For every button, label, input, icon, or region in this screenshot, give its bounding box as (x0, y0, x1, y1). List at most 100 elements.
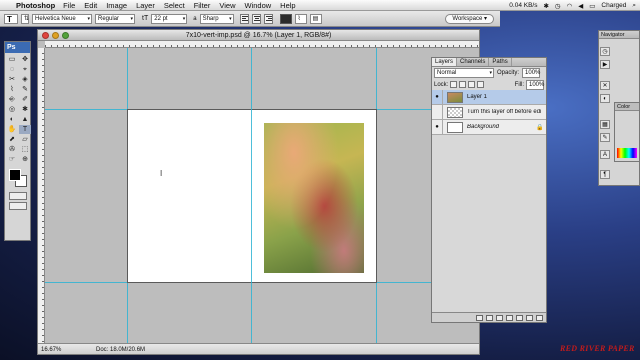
layer-row[interactable]: ● Layer 1 (432, 90, 546, 105)
character-panel-icon[interactable]: ▤ (309, 13, 322, 24)
font-family-select[interactable]: Helvetica Neue ▾ (32, 13, 92, 24)
magic-wand-tool-icon[interactable]: ⌖ (19, 65, 31, 74)
zoom-tool-icon[interactable]: ⊕ (19, 155, 31, 164)
trash-icon[interactable] (536, 314, 543, 321)
vertical-ruler[interactable] (38, 48, 45, 343)
tools-panel-icon[interactable]: ✕ (600, 81, 610, 90)
layer-name[interactable]: Layer 1 (467, 94, 546, 100)
layer-row[interactable]: ● Background 🔒 (432, 120, 546, 135)
quick-mask-button[interactable] (8, 192, 27, 200)
3d-orbit-tool-icon[interactable]: ⬚ (19, 145, 31, 154)
color-ramp[interactable] (617, 148, 637, 158)
new-group-icon[interactable] (516, 314, 523, 321)
antialias-select[interactable]: Sharp ▾ (199, 13, 234, 24)
layer-style-icon[interactable] (486, 314, 493, 321)
navigator-tab[interactable]: Navigator (599, 31, 639, 39)
screen-mode-button[interactable] (8, 202, 27, 210)
type-tool-icon[interactable]: T (19, 125, 31, 134)
close-window-button[interactable] (42, 32, 49, 39)
app-menu[interactable]: Photoshop (16, 1, 55, 10)
brushes-panel-icon[interactable]: ✎ (600, 133, 610, 142)
adjustment-layer-icon[interactable] (506, 314, 513, 321)
blur-tool-icon[interactable]: ▲ (19, 115, 31, 124)
paragraph-panel-icon[interactable]: ¶ (600, 170, 610, 179)
battery-status[interactable]: Charged (601, 2, 626, 9)
zoom-window-button[interactable] (62, 32, 69, 39)
lock-pixels-button[interactable] (459, 81, 467, 88)
menu-filter[interactable]: Filter (194, 1, 211, 10)
lasso-tool-icon[interactable]: ◌ (6, 65, 18, 74)
iris-photo[interactable] (264, 123, 364, 273)
battery-icon[interactable]: ▭ (589, 2, 595, 10)
orientation-toggle-icon[interactable]: ⇅ (21, 13, 29, 24)
zoom-level[interactable]: 16.67% (41, 345, 61, 355)
lock-all-button[interactable] (477, 81, 485, 88)
path-selection-tool-icon[interactable]: ⬈ (6, 135, 18, 144)
layer-name[interactable]: Turn this layer off before edi (467, 109, 546, 115)
tool-preset-picker[interactable]: T (4, 13, 18, 24)
adjustments-panel-icon[interactable]: ◐ (600, 94, 610, 103)
marquee-tool-icon[interactable]: ▭ (6, 55, 18, 64)
actions-panel-icon[interactable]: ▶ (600, 60, 610, 69)
link-layers-icon[interactable] (476, 314, 483, 321)
foreground-color-swatch[interactable] (9, 169, 21, 181)
hand-tool-icon[interactable]: ☞ (6, 155, 18, 164)
styles-panel-icon[interactable]: ▦ (600, 120, 610, 129)
tab-layers[interactable]: Layers (432, 58, 458, 66)
layer-row[interactable]: Turn this layer off before edi (432, 105, 546, 120)
crop-tool-icon[interactable]: ✂ (6, 75, 18, 84)
spotlight-icon[interactable]: ⌕ (632, 2, 636, 10)
minimize-window-button[interactable] (52, 32, 59, 39)
menu-window[interactable]: Window (244, 1, 271, 10)
tab-paths[interactable]: Paths (489, 58, 512, 66)
align-right-button[interactable] (263, 13, 273, 24)
menu-view[interactable]: View (219, 1, 235, 10)
menu-edit[interactable]: Edit (84, 1, 97, 10)
eraser-tool-icon[interactable]: ◎ (6, 105, 18, 114)
time-machine-icon[interactable]: ◷ (555, 2, 561, 10)
volume-icon[interactable]: ◀ (578, 2, 583, 10)
blend-mode-select[interactable]: Normal ▾ (434, 68, 494, 78)
brush-tool-icon[interactable]: ✎ (19, 85, 31, 94)
clone-stamp-tool-icon[interactable]: ⎆ (6, 95, 18, 104)
menu-help[interactable]: Help (280, 1, 295, 10)
wifi-icon[interactable]: ◠ (567, 2, 573, 10)
3d-rotate-tool-icon[interactable]: ✇ (6, 145, 18, 154)
gradient-tool-icon[interactable]: ✱ (19, 105, 31, 114)
history-panel-icon[interactable]: ◷ (600, 47, 610, 56)
pen-tool-icon[interactable]: ✋ (6, 125, 18, 134)
opacity-field[interactable]: 100% (522, 68, 540, 78)
visibility-eye-icon[interactable]: ● (432, 90, 443, 104)
document-titlebar[interactable]: 7x10-vert-imp.psd @ 16.7% (Layer 1, RGB/… (38, 30, 479, 41)
workspace-menu[interactable]: Workspace ▾ (445, 14, 494, 24)
lock-transparency-button[interactable] (450, 81, 458, 88)
layer-name[interactable]: Background (467, 124, 536, 130)
history-brush-tool-icon[interactable]: ✐ (19, 95, 31, 104)
visibility-eye-icon[interactable] (432, 105, 443, 119)
shape-tool-icon[interactable]: ▱ (19, 135, 31, 144)
text-color-swatch[interactable] (279, 13, 292, 24)
visibility-eye-icon[interactable]: ● (432, 120, 443, 134)
font-size-select[interactable]: 22 pt ▾ (151, 13, 188, 24)
align-left-button[interactable] (239, 13, 249, 24)
menu-layer[interactable]: Layer (136, 1, 155, 10)
tab-channels[interactable]: Channels (457, 58, 490, 66)
menu-select[interactable]: Select (164, 1, 185, 10)
dodge-tool-icon[interactable]: ◐ (6, 115, 18, 124)
character-panel-icon[interactable]: A (600, 150, 610, 159)
horizontal-ruler[interactable] (45, 41, 479, 48)
lock-position-button[interactable] (468, 81, 476, 88)
layer-mask-icon[interactable] (496, 314, 503, 321)
color-tab[interactable]: Color (615, 103, 639, 111)
bluetooth-icon[interactable]: ✱ (543, 2, 548, 10)
fill-field[interactable]: 100% (526, 79, 544, 90)
warp-text-icon[interactable]: ⌇ (294, 13, 307, 24)
menu-image[interactable]: Image (106, 1, 127, 10)
font-style-select[interactable]: Regular ▾ (95, 13, 135, 24)
menu-file[interactable]: File (63, 1, 75, 10)
healing-brush-tool-icon[interactable]: ⌇ (6, 85, 18, 94)
document-size[interactable]: Doc: 18.0M/20.6M (96, 345, 145, 355)
align-center-button[interactable] (251, 13, 261, 24)
move-tool-icon[interactable]: ✥ (19, 55, 31, 64)
slice-tool-icon[interactable]: ◈ (19, 75, 31, 84)
